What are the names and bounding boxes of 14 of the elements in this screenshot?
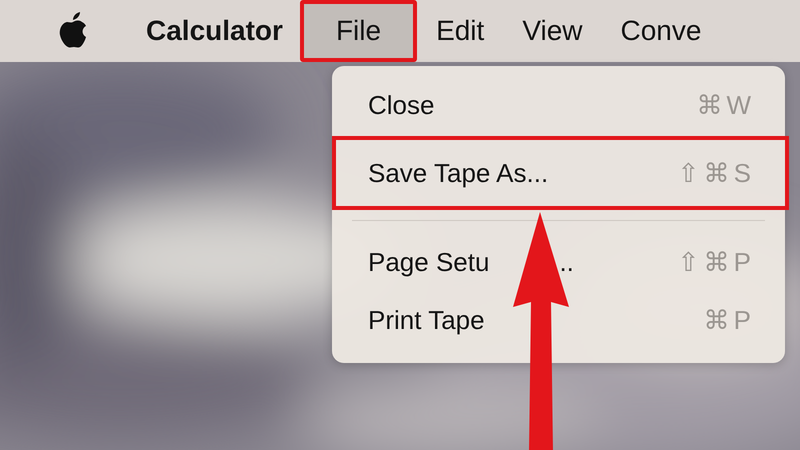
menu-title[interactable]: Conve xyxy=(602,0,720,62)
menu-title[interactable]: Edit xyxy=(417,0,504,62)
menu-title[interactable]: File xyxy=(300,0,418,62)
app-name[interactable]: Calculator xyxy=(146,0,300,62)
menu-item[interactable]: Page Setu .. ⇧⌘P xyxy=(332,233,785,291)
menu-title[interactable]: View xyxy=(503,0,602,62)
menu-item[interactable]: Print Tape ⌘P xyxy=(332,291,785,349)
item-label: Page Setu xyxy=(368,246,490,276)
item-label: Save Tape As... xyxy=(368,158,548,188)
item-label: Close xyxy=(368,90,434,120)
menu-item[interactable]: Save Tape As... ⇧⌘S xyxy=(332,136,789,210)
item-label: Print Tape xyxy=(368,304,485,334)
item-label-tail: .. xyxy=(559,246,574,276)
menu-item[interactable]: Close ⌘W xyxy=(332,76,785,134)
